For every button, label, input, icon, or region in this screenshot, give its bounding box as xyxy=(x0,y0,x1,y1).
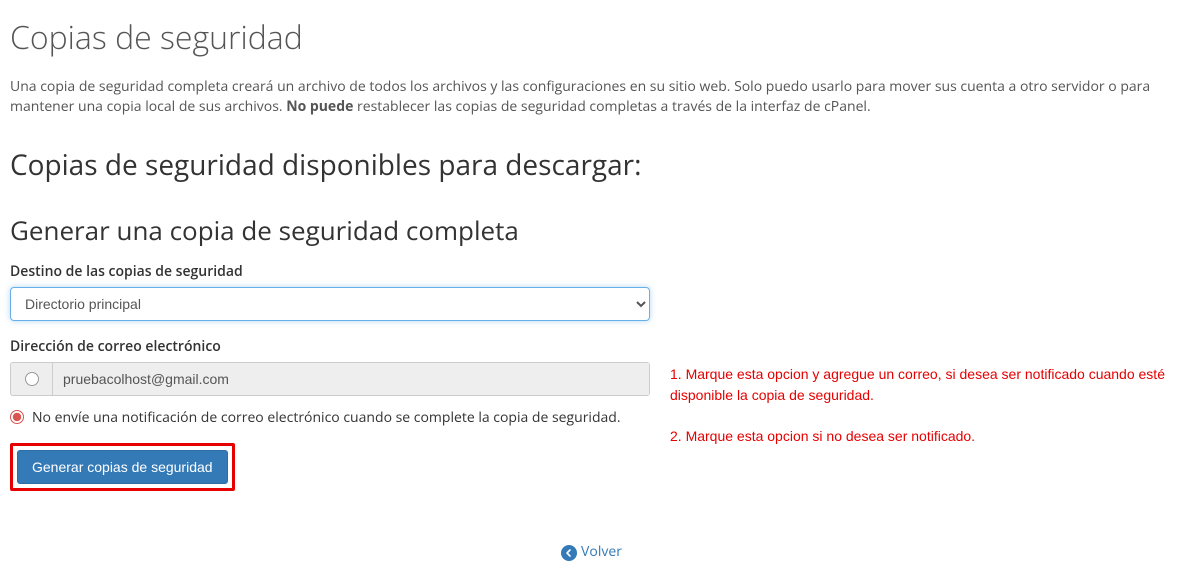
email-label: Dirección de correo electrónico xyxy=(10,337,1173,356)
back-link-label: Volver xyxy=(581,542,622,561)
email-input-row xyxy=(10,362,650,396)
email-group: Dirección de correo electrónico No envíe… xyxy=(10,337,1173,491)
annotation-1: 1. Marque esta opcion y agregue un corre… xyxy=(670,364,1173,406)
page-title: Copias de seguridad xyxy=(10,16,1173,59)
no-notify-row: No envíe una notificación de correo elec… xyxy=(10,408,650,427)
destination-group: Destino de las copias de seguridad Direc… xyxy=(10,262,1173,321)
generate-backup-heading: Generar una copia de seguridad completa xyxy=(10,212,1173,248)
submit-highlight-box: Generar copias de seguridad xyxy=(10,443,235,491)
desc-text-post: restablecer las copias de seguridad comp… xyxy=(353,97,870,116)
notify-email-radio-box[interactable] xyxy=(11,363,53,395)
no-notify-radio[interactable] xyxy=(10,410,24,424)
destination-label: Destino de las copias de seguridad xyxy=(10,262,1173,281)
desc-strong: No puede xyxy=(286,97,353,116)
back-link[interactable]: Volver xyxy=(561,542,622,561)
annotation-2: 2. Marque esta opcion si no desea ser no… xyxy=(670,426,1173,447)
page-description: Una copia de seguridad completa creará u… xyxy=(10,77,1173,118)
generate-backup-button[interactable]: Generar copias de seguridad xyxy=(17,450,228,484)
notify-email-radio[interactable] xyxy=(25,372,39,386)
destination-select[interactable]: Directorio principal xyxy=(10,287,650,321)
available-backups-heading: Copias de seguridad disponibles para des… xyxy=(10,146,1173,184)
email-input[interactable] xyxy=(53,363,649,395)
footer: Volver xyxy=(10,539,1173,561)
no-notify-label: No envíe una notificación de correo elec… xyxy=(32,408,621,427)
